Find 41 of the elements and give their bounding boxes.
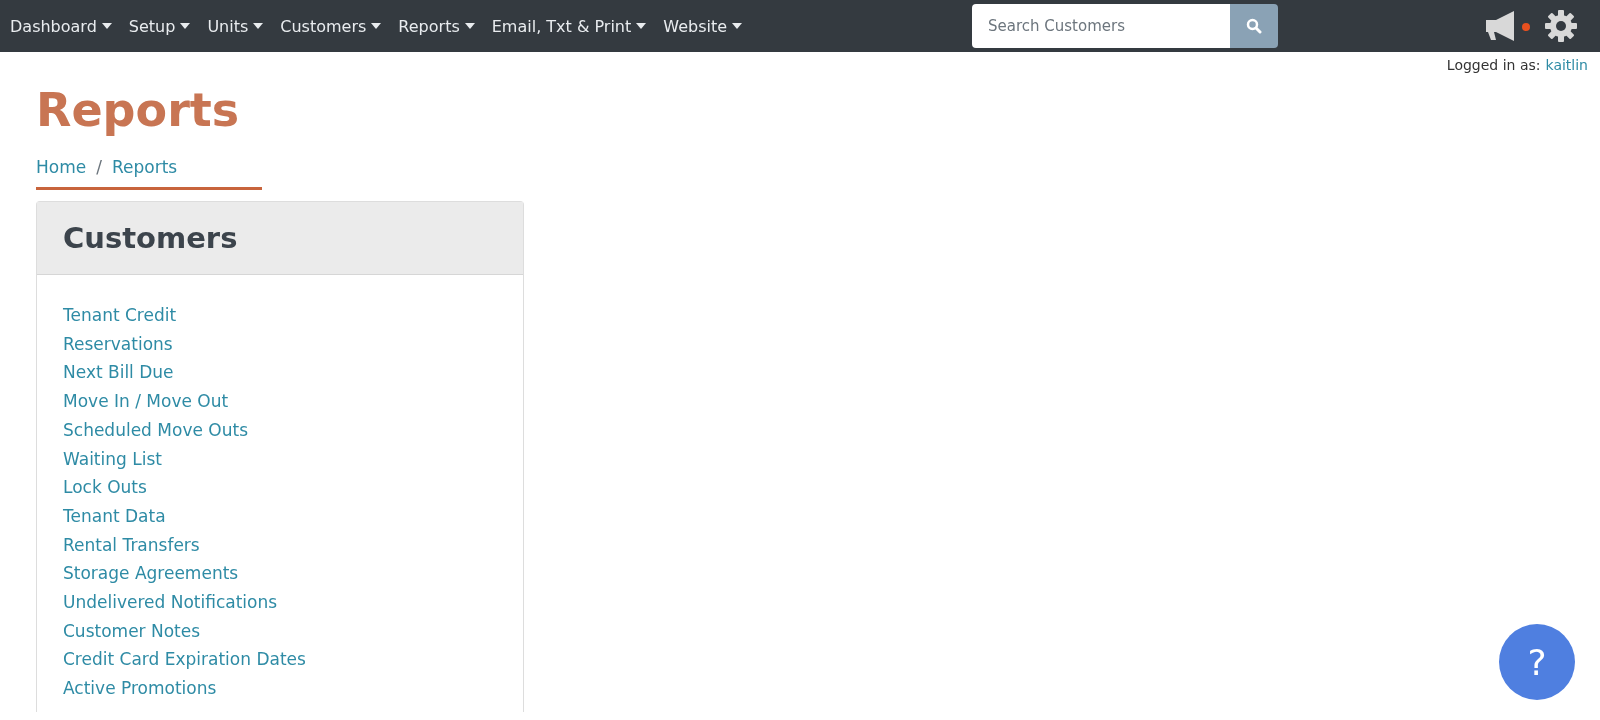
card-title: Customers xyxy=(63,221,238,255)
caret-icon xyxy=(253,23,264,29)
report-link[interactable]: Waiting List xyxy=(63,444,497,474)
report-link[interactable]: Undelivered Notifications xyxy=(63,588,497,617)
report-link[interactable]: Tenant Credit xyxy=(63,301,497,330)
report-link[interactable]: Storage Agreements xyxy=(63,559,497,589)
report-link[interactable]: Scheduled Move Outs xyxy=(63,415,497,445)
settings-icon[interactable] xyxy=(1544,9,1578,43)
breadcrumb-link[interactable]: Home xyxy=(36,157,87,177)
report-link[interactable]: Active Promotions xyxy=(63,674,497,703)
caret-icon xyxy=(101,23,112,29)
nav-menu[interactable]: Units xyxy=(201,16,275,36)
nav-menu[interactable]: Email, Txt & Print xyxy=(485,16,658,36)
caret-icon xyxy=(636,23,647,29)
report-link[interactable]: Move In / Move Out xyxy=(63,387,497,416)
breadcrumb-separator: / xyxy=(96,157,102,177)
help-button[interactable]: ? xyxy=(1499,624,1575,700)
caret-icon xyxy=(180,23,191,29)
report-link[interactable]: Reservations xyxy=(63,329,497,359)
login-label: Logged in as: xyxy=(1446,57,1541,73)
search-icon xyxy=(1246,18,1262,34)
search-button[interactable] xyxy=(1230,4,1278,48)
report-link[interactable]: Rental Transfers xyxy=(63,530,497,560)
search-field[interactable]: Search Customers xyxy=(972,4,1230,48)
report-link[interactable]: Tenant Data xyxy=(63,501,497,531)
page-title: Reports xyxy=(36,83,241,137)
report-link[interactable]: Next Bill Due xyxy=(63,358,497,388)
nav-menu[interactable]: Reports xyxy=(392,16,486,36)
nav-menu[interactable]: Customers xyxy=(274,16,393,36)
caret-icon xyxy=(371,23,382,29)
caret-icon xyxy=(464,23,475,29)
caret-icon xyxy=(732,23,743,29)
megaphone-icon[interactable] xyxy=(1484,10,1530,42)
breadcrumb-link[interactable]: Reports xyxy=(111,157,178,177)
username-link[interactable]: kaitlin xyxy=(1545,57,1588,73)
report-link[interactable]: Customer Notes xyxy=(63,616,497,646)
nav-menu[interactable]: Setup xyxy=(122,16,202,36)
nav-menu[interactable]: Website xyxy=(657,16,754,36)
report-link[interactable]: Lock Outs xyxy=(63,473,497,502)
report-link[interactable]: Credit Card Expiration Dates xyxy=(63,645,497,675)
nav-menu[interactable]: Dashboard xyxy=(4,16,123,36)
